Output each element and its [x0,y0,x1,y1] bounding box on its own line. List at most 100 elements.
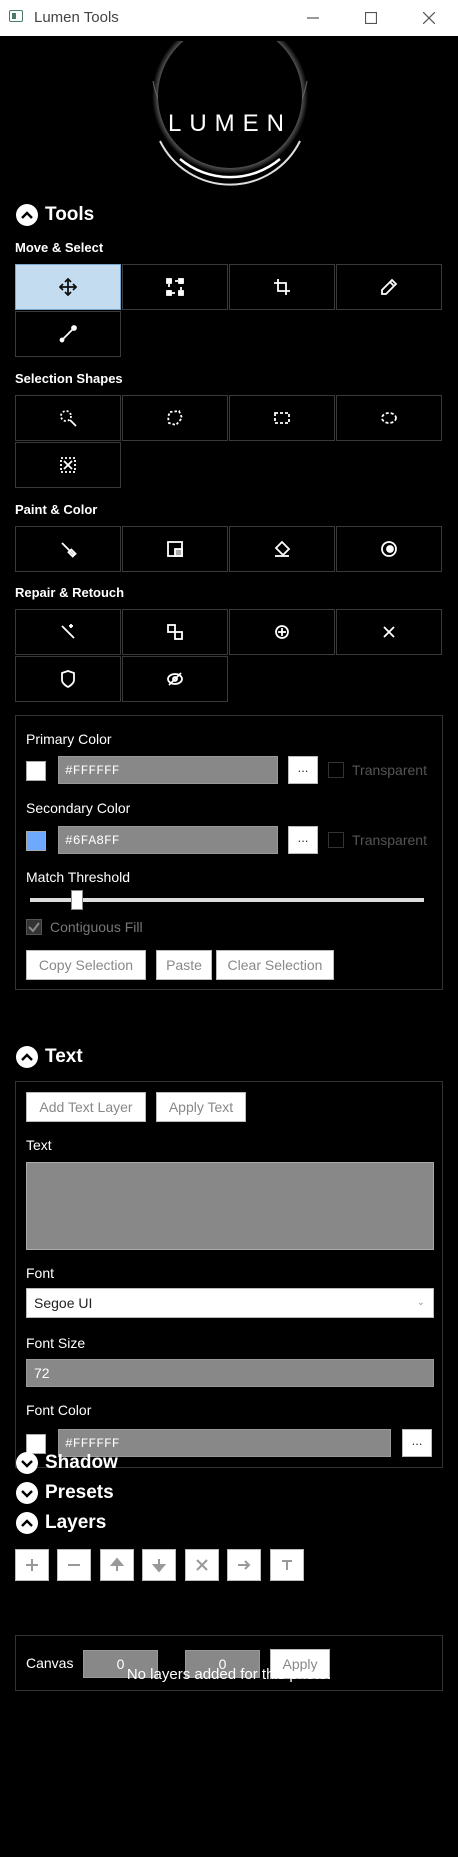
contiguous-fill-checkbox[interactable] [26,919,42,935]
layers-section-header[interactable]: Layers [16,1512,106,1534]
text-section-header[interactable]: Text [16,1046,83,1068]
presets-title: Presets [45,1482,114,1503]
brush-tool-button[interactable] [15,526,121,572]
patch-tool-button[interactable] [15,656,121,702]
target-icon [275,625,289,639]
transform-icon [166,278,184,296]
apply-text-button[interactable]: Apply Text [156,1092,246,1122]
crop-tool-button[interactable] [229,264,335,310]
selection-shapes-label: Selection Shapes [15,371,123,386]
text-panel: Add Text Layer Apply Text Text Font Sego… [15,1081,443,1468]
secondary-color-input[interactable]: #6FA8FF [58,826,278,854]
eye-off-icon [167,672,183,686]
eraser-tool-button[interactable] [229,526,335,572]
chevron-up-icon [16,1046,38,1068]
remove-object-button[interactable] [336,609,442,655]
font-color-picker-button[interactable]: ... [402,1429,432,1457]
healing-wand-icon [61,624,75,639]
red-eye-button[interactable] [122,656,228,702]
threshold-slider-track[interactable] [30,898,424,902]
ellipse-select-icon [381,412,397,424]
shield-icon [61,670,75,688]
select-cancel-icon [60,457,76,473]
color-replace-button[interactable] [336,526,442,572]
remove-layer-button[interactable] [57,1549,91,1581]
primary-color-input[interactable]: #FFFFFF [58,756,278,784]
window-title: Lumen Tools [34,9,119,26]
clear-selection-button[interactable]: Clear Selection [216,950,334,980]
x-sparkle-icon [383,626,395,638]
move-tool-button[interactable] [15,264,121,310]
checkmark-icon [28,922,40,933]
font-size-input[interactable]: 72 [26,1359,434,1387]
shadow-title: Shadow [45,1452,118,1473]
copy-selection-button[interactable]: Copy Selection [26,950,146,980]
app-icon [9,10,23,22]
add-layer-button[interactable] [15,1549,49,1581]
merge-layer-button[interactable] [227,1549,261,1581]
tool-window: LUMEN Tools Move & Select Selection Shap… [0,36,458,1857]
color-replace-icon [381,541,397,557]
threshold-slider-thumb[interactable] [71,890,84,910]
title-bar: Lumen Tools [0,0,458,36]
shadow-section-header[interactable]: Shadow [16,1452,118,1474]
paint-color-label: Paint & Color [15,502,98,517]
secondary-color-picker-button[interactable]: ... [288,826,318,854]
text-layer-button[interactable] [270,1549,304,1581]
minimize-button[interactable] [284,0,342,36]
tools-section-header[interactable]: Tools [16,204,94,226]
remove-icon [68,1564,80,1566]
font-select[interactable]: Segoe UI ⌄ [26,1288,434,1318]
secondary-color-swatch[interactable] [26,831,46,851]
magic-select-button[interactable] [15,395,121,441]
deselect-button[interactable] [15,442,121,488]
font-color-swatch[interactable] [26,1434,46,1454]
text-input[interactable] [26,1162,434,1250]
primary-color-swatch[interactable] [26,761,46,781]
text-title: Text [45,1046,83,1067]
paste-button[interactable]: Paste [156,950,212,980]
text-icon [282,1560,292,1570]
close-button[interactable] [400,0,458,36]
eyedropper-tool-button[interactable] [336,264,442,310]
clone-tool-button[interactable] [122,609,228,655]
chevron-down-icon: ⌄ [416,1297,425,1308]
maximize-button[interactable] [342,0,400,36]
move-layer-up-button[interactable] [100,1549,134,1581]
secondary-color-label: Secondary Color [26,800,131,816]
secondary-transparent-checkbox[interactable] [328,832,344,848]
measure-icon [59,325,77,343]
crop-icon [274,279,290,295]
eraser-icon [274,540,291,557]
clone-icon [167,624,183,640]
empty-layers-message: No layers added for this photo. [126,1666,332,1683]
primary-color-label: Primary Color [26,731,112,747]
tools-title: Tools [45,204,95,225]
eyedropper-icon [381,278,398,295]
rect-select-button[interactable] [229,395,335,441]
add-text-layer-button[interactable]: Add Text Layer [26,1092,146,1122]
measure-tool-button[interactable] [15,311,121,357]
healing-tool-button[interactable] [15,609,121,655]
contiguous-fill-label: Contiguous Fill [50,919,143,935]
presets-section-header[interactable]: Presets [16,1482,114,1504]
spot-tool-button[interactable] [229,609,335,655]
chevron-down-icon [16,1452,38,1474]
primary-transparent-checkbox[interactable] [328,762,344,778]
arrow-right-icon [238,1560,251,1570]
chevron-up-icon [16,1512,38,1534]
lasso-select-button[interactable] [122,395,228,441]
move-layer-down-button[interactable] [142,1549,176,1581]
delete-layer-button[interactable] [185,1549,219,1581]
move-select-label: Move & Select [15,240,104,255]
primary-color-picker-button[interactable]: ... [288,756,318,784]
font-size-label: Font Size [26,1335,86,1351]
primary-transparent-label: Transparent [352,762,427,778]
chevron-up-icon [16,204,38,226]
transform-tool-button[interactable] [122,264,228,310]
gradient-tool-button[interactable] [122,526,228,572]
ellipse-select-button[interactable] [336,395,442,441]
move-down-icon [151,1559,167,1573]
chevron-down-icon [16,1482,38,1504]
gradient-icon [167,541,183,557]
